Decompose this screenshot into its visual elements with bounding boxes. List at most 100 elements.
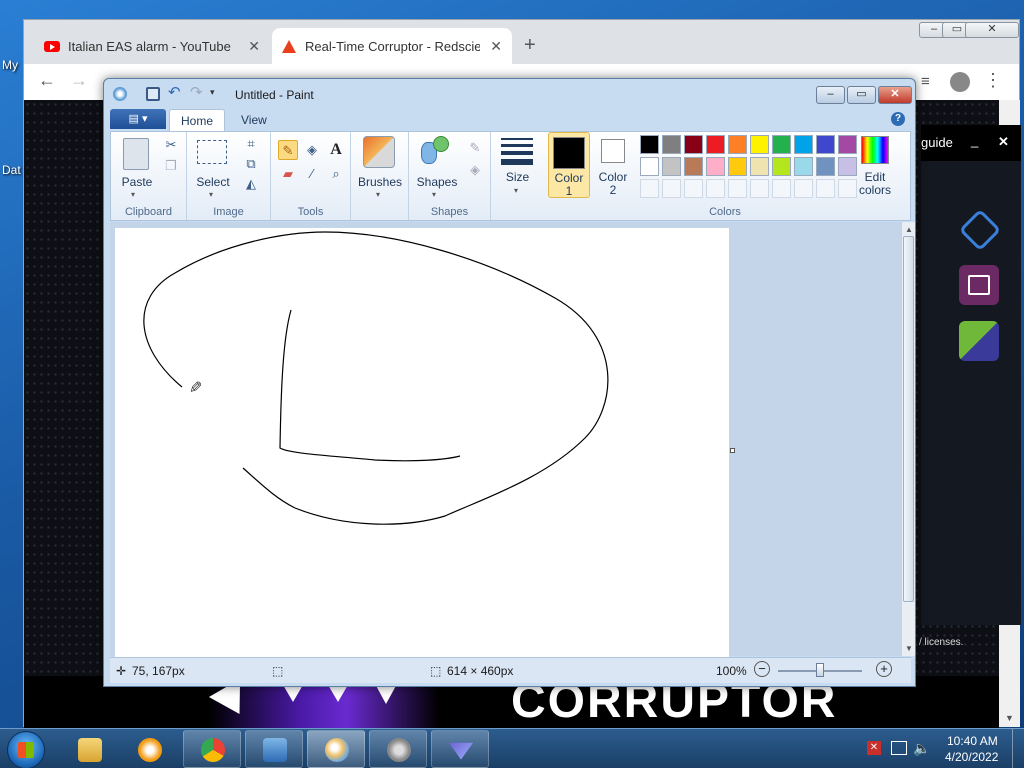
brushes-button[interactable]: Brushes (351, 175, 409, 189)
action-center-icon[interactable]: ✕ (867, 741, 881, 755)
canvas-resize-handle[interactable] (730, 448, 735, 453)
paint-minimize-button[interactable]: – (816, 86, 845, 104)
chrome-tab-corruptor[interactable]: Real-Time Corruptor - Redscienti ✕ (272, 28, 512, 64)
fill-bucket-icon[interactable]: ◈ (302, 140, 322, 160)
paint-app-icon[interactable] (113, 87, 127, 101)
cut-icon[interactable]: ✂ (161, 135, 181, 155)
taskbar-chrome[interactable] (183, 730, 241, 768)
zoom-out-button[interactable]: − (754, 661, 770, 677)
palette-empty-swatch[interactable] (706, 179, 725, 198)
palette-swatch[interactable] (684, 135, 703, 154)
palette-swatch[interactable] (640, 135, 659, 154)
palette-swatch[interactable] (750, 135, 769, 154)
corrupted-image-icon[interactable] (959, 321, 999, 361)
palette-swatch[interactable] (794, 157, 813, 176)
zoom-in-button[interactable]: + (876, 661, 892, 677)
palette-swatch[interactable] (816, 135, 835, 154)
guide-minimize-button[interactable]: _ (971, 133, 978, 148)
palette-empty-swatch[interactable] (640, 179, 659, 198)
palette-empty-swatch[interactable] (816, 179, 835, 198)
color2-button[interactable]: Color 2 (592, 132, 634, 198)
palette-empty-swatch[interactable] (772, 179, 791, 198)
select-button[interactable]: Select (191, 175, 235, 189)
scroll-thumb[interactable] (903, 236, 914, 602)
edit-colors-button[interactable]: Edit colors (853, 132, 895, 198)
tab-close-icon[interactable]: ✕ (490, 38, 502, 55)
desktop-icon-label-my[interactable]: My (2, 58, 18, 72)
outline-icon[interactable]: ✎ (465, 138, 485, 158)
notes-icon[interactable] (959, 265, 999, 305)
back-arrow-icon[interactable]: ← (38, 70, 56, 91)
taskbar-explorer[interactable] (60, 730, 118, 768)
scroll-down-icon[interactable]: ▼ (905, 644, 913, 653)
palette-swatch[interactable] (706, 135, 725, 154)
help-icon[interactable]: ? (891, 112, 905, 126)
paint-maximize-button[interactable]: ▭ (847, 86, 876, 104)
pencil-icon[interactable]: ✎ (278, 140, 298, 160)
canvas-vertical-scrollbar[interactable]: ▲ ▼ (901, 222, 915, 656)
paste-button[interactable]: Paste (115, 175, 159, 189)
taskbar-paint[interactable] (307, 730, 365, 768)
redo-icon[interactable]: ↷ (190, 85, 204, 101)
taskbar-speaker-app[interactable] (369, 730, 427, 768)
copy-icon[interactable]: ❐ (161, 156, 181, 176)
clock-date[interactable]: 4/20/2022 (945, 750, 998, 764)
size-lines-icon[interactable] (501, 138, 533, 165)
zoom-slider-thumb[interactable] (816, 663, 824, 677)
chrome-close-button[interactable]: ✕ (965, 22, 1019, 38)
eraser-icon[interactable]: ▰ (278, 164, 298, 184)
taskbar-control-panel[interactable] (245, 730, 303, 768)
palette-empty-swatch[interactable] (684, 179, 703, 198)
scroll-down-icon[interactable]: ▼ (1005, 713, 1014, 723)
magnifier-icon[interactable]: ⌕ (326, 164, 346, 184)
shapes-button[interactable]: Shapes (413, 175, 461, 189)
resize-icon[interactable]: ⧉ (241, 154, 261, 174)
rotate-icon[interactable]: ◭ (241, 174, 261, 194)
forward-arrow-icon[interactable]: → (70, 70, 88, 91)
fill-icon[interactable]: ◈ (465, 160, 485, 180)
color1-button[interactable]: Color 1 (548, 132, 590, 198)
shapes-dropdown-icon[interactable]: ▾ (432, 190, 436, 199)
crop-icon[interactable]: ⌗ (241, 134, 261, 154)
text-tool-icon[interactable]: A (326, 140, 346, 160)
palette-swatch[interactable] (772, 135, 791, 154)
clock-time[interactable]: 10:40 AM (947, 734, 998, 748)
paste-dropdown-icon[interactable]: ▾ (131, 190, 135, 199)
palette-swatch[interactable] (728, 135, 747, 154)
network-icon[interactable] (891, 741, 907, 755)
chrome-tab-youtube[interactable]: Italian EAS alarm - YouTube ✕ (34, 28, 270, 64)
reading-list-icon[interactable]: ≡ (921, 73, 930, 90)
new-tab-button[interactable]: + (524, 34, 536, 57)
tab-home[interactable]: Home (169, 109, 226, 131)
paint-menu-button[interactable]: ▤ ▾ (110, 109, 166, 129)
taskbar-media-player[interactable] (120, 730, 178, 768)
palette-empty-swatch[interactable] (750, 179, 769, 198)
paint-close-button[interactable]: ✕ (878, 86, 912, 104)
customize-toolbar-icon[interactable]: ▾ (210, 87, 224, 101)
palette-swatch[interactable] (684, 157, 703, 176)
tab-close-icon[interactable]: ✕ (248, 38, 260, 55)
brush-icon[interactable] (363, 136, 395, 168)
palette-swatch[interactable] (816, 157, 835, 176)
scroll-up-icon[interactable]: ▲ (905, 225, 913, 234)
palette-swatch[interactable] (794, 135, 813, 154)
chrome-menu-icon[interactable]: ⋮ (984, 70, 1002, 91)
undo-icon[interactable]: ↶ (168, 85, 182, 101)
profile-avatar-icon[interactable] (950, 72, 970, 92)
taskbar-corruptor-app[interactable] (431, 730, 489, 768)
palette-empty-swatch[interactable] (728, 179, 747, 198)
volume-icon[interactable]: 🔈 (913, 740, 930, 757)
size-dropdown-icon[interactable]: ▾ (514, 186, 518, 195)
desktop-icon-label-data[interactable]: Dat (2, 163, 21, 177)
palette-swatch[interactable] (750, 157, 769, 176)
palette-swatch[interactable] (662, 157, 681, 176)
start-button[interactable] (7, 731, 45, 768)
color-picker-icon[interactable]: ⁄ (302, 164, 322, 184)
select-dropdown-icon[interactable]: ▾ (209, 190, 213, 199)
shapes-icon[interactable] (421, 136, 451, 166)
palette-swatch[interactable] (772, 157, 791, 176)
size-button[interactable]: Size (491, 170, 544, 184)
palette-swatch[interactable] (640, 157, 659, 176)
brushes-dropdown-icon[interactable]: ▾ (376, 190, 380, 199)
plugin-diamond-icon[interactable] (958, 208, 1002, 252)
